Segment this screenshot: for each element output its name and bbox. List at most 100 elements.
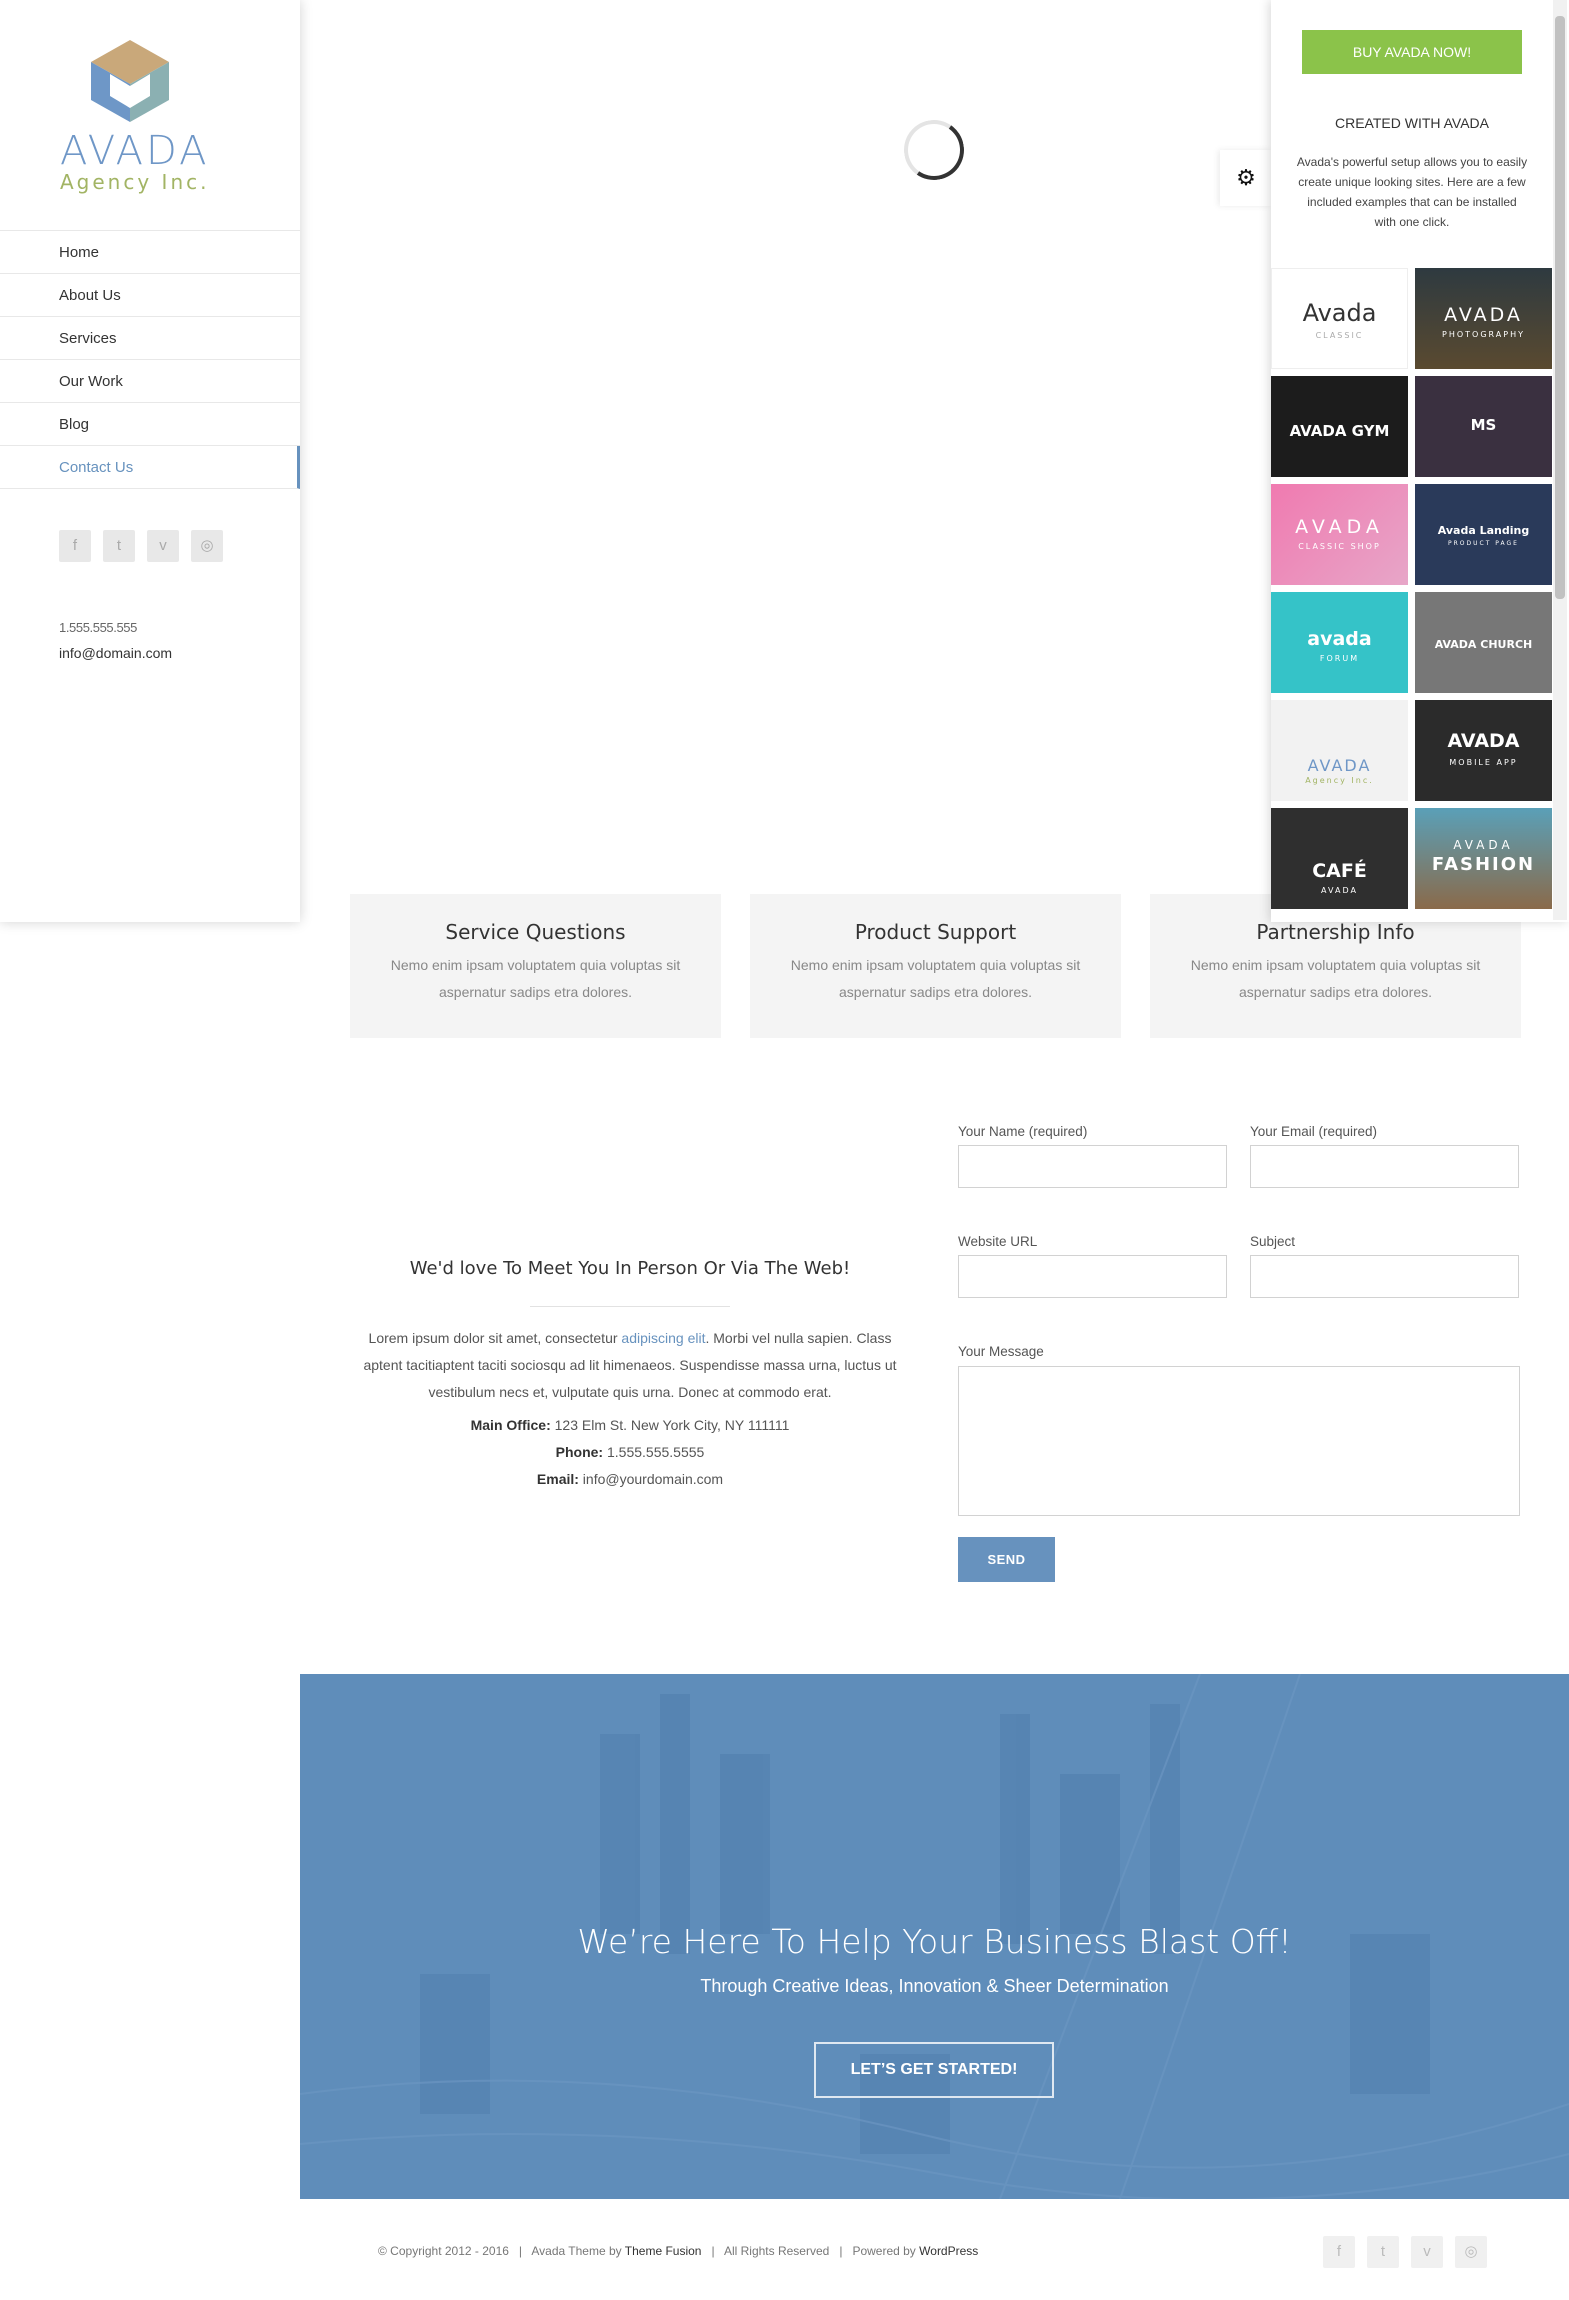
demo-panel: BUY AVADA NOW! CREATED WITH AVADA Avada'… [1271, 0, 1569, 922]
nav-item-blog[interactable]: Blog [0, 403, 300, 446]
thumb-sub: PRODUCT PAGE [1448, 540, 1519, 547]
instagram-icon[interactable]: ◎ [1455, 2236, 1487, 2268]
hero-subtitle: Through Creative Ideas, Innovation & She… [700, 1976, 1169, 1996]
send-button[interactable]: SEND [958, 1537, 1055, 1582]
main-office: Main Office: 123 Elm St. New York City, … [350, 1412, 910, 1439]
rights-text: | All Rights Reserved | Powered by [701, 2244, 920, 2258]
demo-thumb-fashion[interactable]: AVADA FASHION [1415, 808, 1552, 909]
copyright-text: © Copyright 2012 - 2016 | Avada Theme by [378, 2244, 625, 2258]
created-heading: CREATED WITH AVADA [1334, 115, 1489, 131]
name-field[interactable] [958, 1145, 1227, 1188]
logo-subtitle: Agency Inc. [60, 170, 210, 194]
hero-title: We’re Here To Help Your Business Blast O… [577, 1922, 1292, 1961]
email: Email: info@yourdomain.com [350, 1466, 910, 1493]
get-started-button[interactable]: LET’S GET STARTED! [814, 2042, 1054, 2098]
thumb-title: AVADA [1453, 838, 1514, 852]
name-label: Your Name (required) [958, 1124, 1088, 1139]
service-text: Nemo enim ipsam voluptatem quia voluptas… [390, 957, 681, 1000]
instagram-icon[interactable]: ◎ [191, 530, 223, 562]
thumb-title: AVADA [1295, 516, 1384, 538]
email-field[interactable] [1250, 1145, 1519, 1188]
thumb-title: AVADA [1307, 756, 1372, 775]
email-label: Your Email (required) [1250, 1124, 1378, 1139]
thumb-title: AVADA CHURCH [1434, 638, 1533, 651]
gear-icon[interactable]: ⚙ [1220, 150, 1272, 206]
main-nav: Home About Us Services Our Work Blog Con… [0, 230, 300, 489]
demo-thumb-photography[interactable]: AVADA PHOTOGRAPHY [1415, 268, 1552, 369]
panel-description: Avada's powerful setup allows you to eas… [1296, 155, 1528, 229]
service-box: Service Questions Nemo enim ipsam volupt… [350, 894, 721, 1038]
panel-scrollbar[interactable] [1553, 0, 1567, 920]
subject-field[interactable] [1250, 1255, 1519, 1298]
buy-avada-button[interactable]: BUY AVADA NOW! [1302, 30, 1522, 74]
nav-item-about-us[interactable]: About Us [0, 274, 300, 317]
demo-thumb-mobile-app[interactable]: AVADA MOBILE APP [1415, 700, 1552, 801]
wordpress-link[interactable]: WordPress [919, 2244, 978, 2258]
loading-spinner-icon [899, 115, 969, 185]
sidebar-email[interactable]: info@domain.com [59, 645, 172, 661]
twitter-icon[interactable]: t [103, 530, 135, 562]
thumb-title: Avada Landing [1437, 524, 1530, 537]
logo-wordmark[interactable]: AVADA [60, 128, 209, 174]
nav-item-home[interactable]: Home [0, 231, 300, 274]
office-label: Main Office: [470, 1417, 551, 1433]
contact-description: Lorem ipsum dolor sit amet, consectetur … [350, 1325, 910, 1406]
thumb-title: avada [1307, 628, 1372, 650]
thumb-sub: Agency Inc. [1305, 776, 1374, 785]
thumb-sub: AVADA [1321, 886, 1358, 895]
contact-heading: We'd love To Meet You In Person Or Via T… [409, 1258, 851, 1279]
phone: Phone: 1.555.555.5555 [350, 1439, 910, 1466]
message-field[interactable] [958, 1366, 1520, 1516]
office-value: 123 Elm St. New York City, NY 111111 [550, 1417, 790, 1433]
hero-banner: We’re Here To Help Your Business Blast O… [300, 1674, 1569, 2199]
demo-thumb-cafe[interactable]: CAFÉ AVADA [1271, 808, 1408, 909]
adipiscing-link[interactable]: adipiscing elit [621, 1330, 705, 1346]
service-text: Nemo enim ipsam voluptatem quia voluptas… [1190, 957, 1481, 1000]
sidebar-phone: 1.555.555.555 [59, 620, 137, 635]
nav-item-services[interactable]: Services [0, 317, 300, 360]
thumb-title: AVADA [1444, 304, 1523, 326]
facebook-icon[interactable]: f [1323, 2236, 1355, 2268]
demo-thumb-landing[interactable]: Avada Landing PRODUCT PAGE [1415, 484, 1552, 585]
service-text: Nemo enim ipsam voluptatem quia voluptas… [790, 957, 1081, 1000]
scrollbar-thumb[interactable] [1555, 16, 1565, 599]
footer-copyright: © Copyright 2012 - 2016 | Avada Theme by… [378, 2244, 978, 2258]
url-label: Website URL [958, 1234, 1038, 1249]
service-title: Partnership Info [1256, 920, 1415, 944]
service-title: Service Questions [445, 920, 626, 944]
phone-label: Phone: [555, 1444, 604, 1460]
demo-thumb-classic-shop[interactable]: AVADA CLASSIC SHOP [1271, 484, 1408, 585]
vimeo-icon[interactable]: v [147, 530, 179, 562]
thumb-title: MS [1470, 416, 1497, 434]
demo-thumb-forum[interactable]: avada FORUM [1271, 592, 1408, 693]
thumb-sub: FASHION [1431, 854, 1536, 875]
divider [530, 1306, 730, 1307]
twitter-icon[interactable]: t [1367, 2236, 1399, 2268]
service-box: Product Support Nemo enim ipsam voluptat… [750, 894, 1121, 1038]
service-title: Product Support [854, 920, 1017, 944]
website-url-field[interactable] [958, 1255, 1227, 1298]
thumb-sub: CLASSIC SHOP [1298, 542, 1381, 551]
thumb-title: CAFÉ [1312, 860, 1367, 882]
message-label: Your Message [958, 1344, 1044, 1359]
vimeo-icon[interactable]: v [1411, 2236, 1443, 2268]
nav-item-contact-us[interactable]: Contact Us [0, 446, 300, 489]
thumb-title: Avada [1302, 299, 1377, 327]
phone-value: 1.555.555.5555 [603, 1444, 705, 1460]
thumb-sub: CLASSIC [1315, 331, 1364, 340]
thumb-sub: MOBILE APP [1449, 758, 1518, 767]
demo-thumb-church[interactable]: AVADA CHURCH [1415, 592, 1552, 693]
demo-thumb-ms[interactable]: MS [1415, 376, 1552, 477]
demo-thumb-gym[interactable]: AVADA GYM [1271, 376, 1408, 477]
thumb-sub: FORUM [1319, 654, 1360, 663]
facebook-icon[interactable]: f [59, 530, 91, 562]
email-label: Email: [536, 1471, 579, 1487]
sidebar: AVADA Agency Inc. Home About Us Services… [0, 0, 300, 922]
contact-info: We'd love To Meet You In Person Or Via T… [350, 1258, 910, 1493]
nav-item-our-work[interactable]: Our Work [0, 360, 300, 403]
demo-thumb-agency[interactable]: AVADA Agency Inc. [1271, 700, 1408, 801]
thumb-title: AVADA [1447, 730, 1520, 752]
email-value[interactable]: info@yourdomain.com [579, 1471, 723, 1487]
demo-thumb-classic[interactable]: Avada CLASSIC [1271, 268, 1408, 369]
theme-fusion-link[interactable]: Theme Fusion [625, 2244, 702, 2258]
